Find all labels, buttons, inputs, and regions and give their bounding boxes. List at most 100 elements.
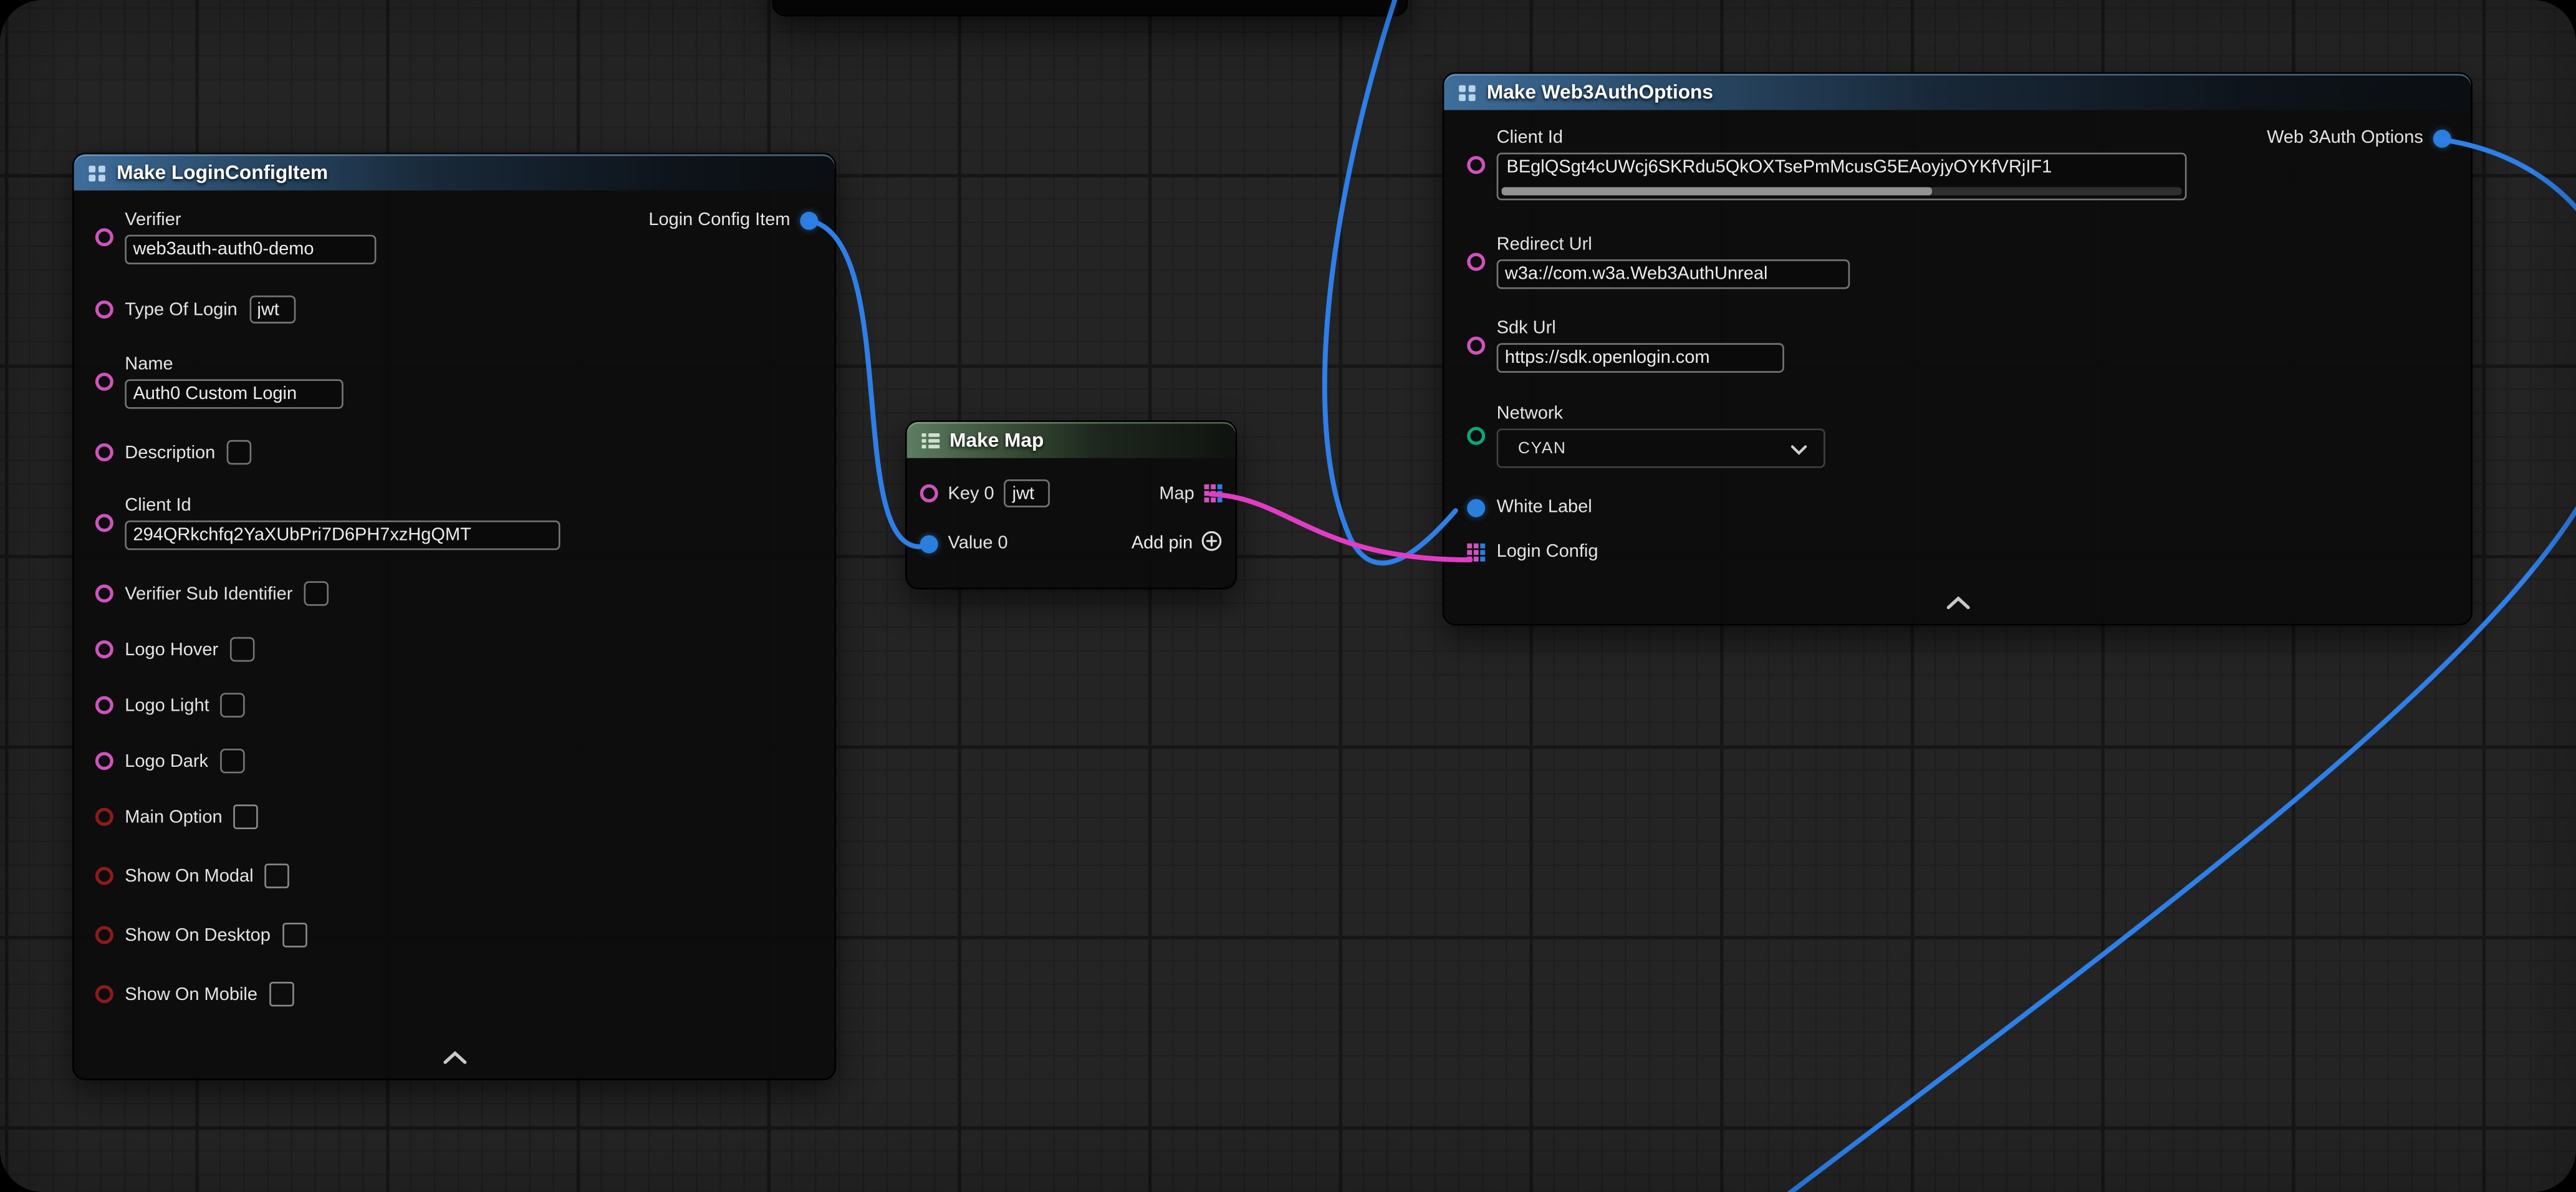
show-on-mobile-checkbox[interactable] [269,982,294,1007]
offscreen-node-top[interactable] [772,0,1408,16]
show-on-mobile-label: Show On Mobile [125,984,257,1004]
client-id-label: Client Id [125,496,560,516]
node-header[interactable]: Make Web3AuthOptions [1444,74,2471,110]
map-row-key0: Key 0 Map [920,479,1223,507]
show-on-desktop-pin[interactable] [95,926,113,944]
network-pin[interactable] [1467,427,1485,445]
show-on-modal-checkbox[interactable] [265,863,290,888]
verifier-pin[interactable] [95,228,113,246]
client-id-value-box[interactable]: BEglQSgt4cUWcj6SKRdu5QkOXTsePmMcusG5EAoy… [1497,153,2187,200]
pin-row-logo-dark: Logo Dark [95,749,835,774]
make-struct-icon [89,163,107,181]
blueprint-graph-canvas[interactable]: Make LoginConfigItem Login Config Item V… [0,0,2576,1192]
pin-row-main-option: Main Option [95,804,835,829]
collapse-node-button[interactable] [425,1041,484,1072]
node-make-map[interactable]: Make Map Key 0 Map [905,420,1237,589]
show-on-modal-pin[interactable] [95,867,113,885]
login-config-item-output-pin[interactable] [800,211,818,229]
verifier-sub-identifier-input[interactable] [304,581,329,606]
pin-row-show-on-mobile: Show On Mobile [95,982,835,1007]
pin-row-client-id: Client Id [95,496,835,550]
chevron-up-icon [1944,589,1971,614]
logo-hover-input[interactable] [230,637,255,662]
login-config-label: Login Config [1497,542,1598,562]
add-pin-icon [1201,531,1222,557]
output-row: Web 3Auth Options [2267,128,2451,148]
map-row-value0: Value 0 Add pin [920,531,1223,557]
description-label: Description [125,443,215,463]
client-id-value: BEglQSgt4cUWcj6SKRdu5QkOXTsePmMcusG5EAoy… [1506,158,2176,178]
verifier-sub-identifier-pin[interactable] [95,585,113,603]
node-header[interactable]: Make LoginConfigItem [74,155,835,191]
main-option-checkbox[interactable] [234,804,259,829]
client-id-pin[interactable] [1467,155,1485,173]
verifier-input[interactable] [125,235,376,264]
redirect-url-input[interactable] [1497,259,1850,289]
network-dropdown[interactable]: CYAN [1497,428,1825,468]
type-of-login-input[interactable] [249,296,295,324]
node-title: Make LoginConfigItem [117,161,328,184]
output-row: Login Config Item [648,210,818,230]
wire-to-white-label[interactable] [1325,0,1456,563]
logo-light-input[interactable] [221,693,246,718]
make-struct-icon [1459,83,1477,101]
white-label-label: White Label [1497,497,1592,517]
collapse-node-button[interactable] [1928,586,1987,617]
redirect-url-pin[interactable] [1467,253,1485,271]
description-input[interactable] [227,440,252,465]
pin-row-logo-hover: Logo Hover [95,637,835,662]
logo-light-pin[interactable] [95,696,113,714]
description-pin[interactable] [95,443,113,461]
show-on-desktop-label: Show On Desktop [125,925,271,945]
client-id-input[interactable] [125,521,560,550]
name-pin[interactable] [95,373,113,391]
pin-row-login-config: Login Config [1467,542,2471,562]
add-pin-button[interactable]: Add pin [1132,531,1223,557]
name-label: Name [125,355,343,375]
node-title: Make Web3AuthOptions [1487,80,1713,103]
type-of-login-label: Type Of Login [125,300,238,320]
pin-row-verifier-sub-identifier: Verifier Sub Identifier [95,581,835,606]
show-on-mobile-pin[interactable] [95,985,113,1003]
logo-dark-input[interactable] [219,749,244,774]
logo-light-label: Logo Light [125,695,209,715]
map-output-pin[interactable] [1204,484,1223,502]
name-input[interactable] [125,379,343,408]
pin-row-name: Name [95,355,835,409]
pin-row-network: Network CYAN [1467,404,2471,468]
logo-hover-pin[interactable] [95,640,113,658]
sdk-url-input[interactable] [1497,343,1784,372]
white-label-pin[interactable] [1467,498,1485,516]
redirect-url-label: Redirect Url [1497,235,1850,255]
node-make-loginconfigitem[interactable]: Make LoginConfigItem Login Config Item V… [72,153,836,1080]
client-id-pin[interactable] [95,514,113,532]
client-id-scrollbar-thumb[interactable] [1502,187,1932,195]
sdk-url-pin[interactable] [1467,337,1485,355]
client-id-label: Client Id [1497,128,2187,148]
login-config-pin[interactable] [1467,542,1485,560]
pin-row-white-label: White Label [1467,497,2471,517]
chevron-down-icon [1790,433,1807,463]
output-label: Login Config Item [648,210,790,230]
key0-pin[interactable] [920,484,938,502]
pin-row-show-on-desktop: Show On Desktop [95,923,835,948]
value0-label: Value 0 [948,534,1008,554]
sdk-url-label: Sdk Url [1497,319,1784,339]
logo-dark-pin[interactable] [95,752,113,770]
show-on-desktop-checkbox[interactable] [282,923,307,948]
node-make-web3authoptions[interactable]: Make Web3AuthOptions Web 3Auth Options C… [1443,72,2473,626]
pin-row-redirect-url: Redirect Url [1467,235,2471,289]
main-option-pin[interactable] [95,808,113,826]
value0-pin[interactable] [920,534,938,552]
main-option-label: Main Option [125,807,222,827]
node-header[interactable]: Make Map [907,422,1236,458]
verifier-label: Verifier [125,210,376,230]
output-label: Web 3Auth Options [2267,128,2423,148]
wire-map-to-login-config[interactable] [1211,494,1470,560]
key0-input[interactable] [1004,479,1050,507]
type-of-login-pin[interactable] [95,300,113,319]
show-on-modal-label: Show On Modal [125,866,253,886]
web3auth-options-output-pin[interactable] [2433,129,2451,147]
map-output-label: Map [1159,484,1194,504]
chevron-up-icon [441,1044,468,1069]
